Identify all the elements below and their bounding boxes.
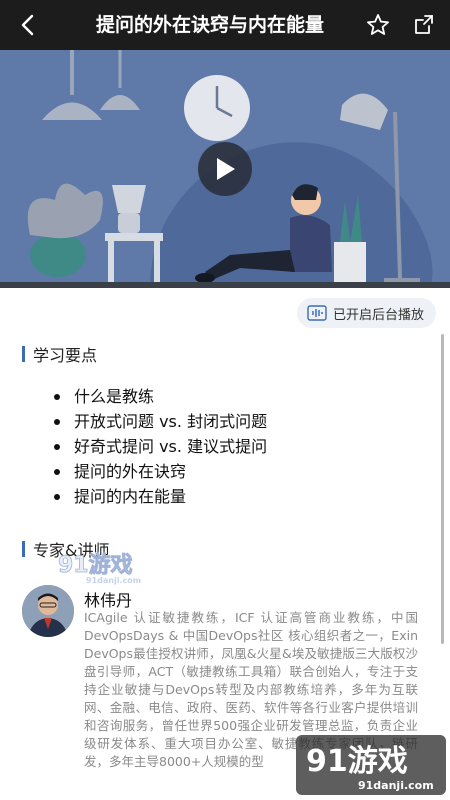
watermark-logo-bottom: 91游戏 91danji.com (296, 735, 446, 795)
svg-text:91danji.com: 91danji.com (86, 576, 141, 585)
play-button[interactable] (198, 142, 252, 196)
watermark-logo-top: 91游戏 91danji.com (56, 548, 156, 586)
learning-points-title: 学习要点 (33, 346, 98, 365)
chevron-left-icon (21, 14, 34, 36)
heading-accent-bar (22, 346, 25, 362)
list-item: 提问的外在诀窍 (54, 459, 267, 484)
share-icon (415, 15, 433, 34)
page-title: 提问的外在诀窍与内在能量 (95, 14, 324, 36)
video-player[interactable] (0, 50, 450, 288)
list-item: 什么是教练 (54, 384, 267, 409)
favorite-button[interactable] (364, 11, 392, 39)
play-icon (217, 158, 235, 180)
expert-name: 林伟丹 (84, 591, 133, 610)
background-play-label: 已开启后台播放 (332, 307, 424, 323)
scrollbar[interactable] (441, 334, 444, 644)
star-outline-icon (367, 14, 389, 35)
avatar[interactable] (22, 585, 74, 637)
list-item: 好奇式提问 vs. 建议式提问 (54, 434, 267, 459)
top-bar: 提问的外在诀窍与内在能量 (0, 0, 450, 50)
learning-points-list: 什么是教练 开放式问题 vs. 封闭式问题 好奇式提问 vs. 建议式提问 提问… (54, 384, 267, 509)
back-button[interactable] (12, 10, 42, 40)
svg-text:91danji.com: 91danji.com (358, 779, 434, 792)
svg-text:91游戏: 91游戏 (58, 552, 133, 578)
list-item: 开放式问题 vs. 封闭式问题 (54, 409, 267, 434)
list-item: 提问的内在能量 (54, 484, 267, 509)
audio-wave-icon (307, 305, 327, 321)
background-play-toggle[interactable]: 已开启后台播放 (296, 298, 436, 328)
share-button[interactable] (410, 11, 438, 39)
svg-text:91游戏: 91游戏 (306, 744, 408, 779)
learning-points-heading: 学习要点 (22, 342, 97, 366)
heading-accent-bar (22, 541, 25, 557)
